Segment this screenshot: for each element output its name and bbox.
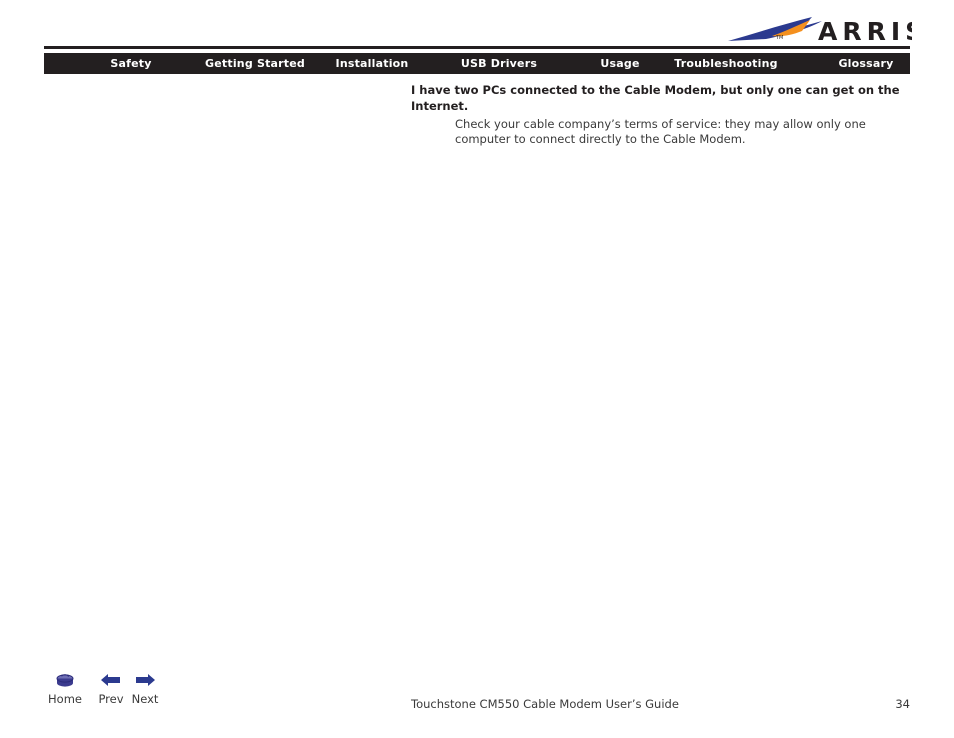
page-content: I have two PCs connected to the Cable Mo…	[411, 82, 911, 147]
footer-navigation: Home Prev Next	[44, 672, 184, 714]
faq-answer: Check your cable company’s terms of serv…	[455, 117, 866, 146]
logo-wordmark: ARRIS	[818, 17, 912, 46]
prev-button[interactable]: Prev	[96, 672, 126, 706]
prev-button-label: Prev	[98, 692, 124, 706]
nav-item-usb-drivers[interactable]: USB Drivers	[424, 53, 574, 74]
home-button-label: Home	[48, 692, 82, 706]
logo-tm-mark: TM	[775, 35, 783, 41]
logo-swoosh-blue	[728, 17, 822, 41]
header-divider	[44, 46, 910, 49]
nav-item-glossary[interactable]: Glossary	[806, 53, 926, 74]
arrow-right-icon	[130, 672, 160, 692]
footer-page-number: 34	[895, 697, 910, 711]
nav-item-troubleshooting[interactable]: Troubleshooting	[644, 53, 808, 74]
faq-question: I have two PCs connected to the Cable Mo…	[411, 83, 900, 113]
home-icon	[44, 672, 86, 692]
footer-document-title: Touchstone CM550 Cable Modem User’s Guid…	[411, 697, 679, 711]
next-button[interactable]: Next	[130, 672, 160, 706]
next-button-label: Next	[131, 692, 159, 706]
arris-logo: TM ARRIS	[726, 12, 912, 46]
home-button[interactable]: Home	[44, 672, 86, 706]
arrow-left-icon	[96, 672, 126, 692]
navigation-bar: Safety Getting Started Installation USB …	[44, 53, 910, 74]
